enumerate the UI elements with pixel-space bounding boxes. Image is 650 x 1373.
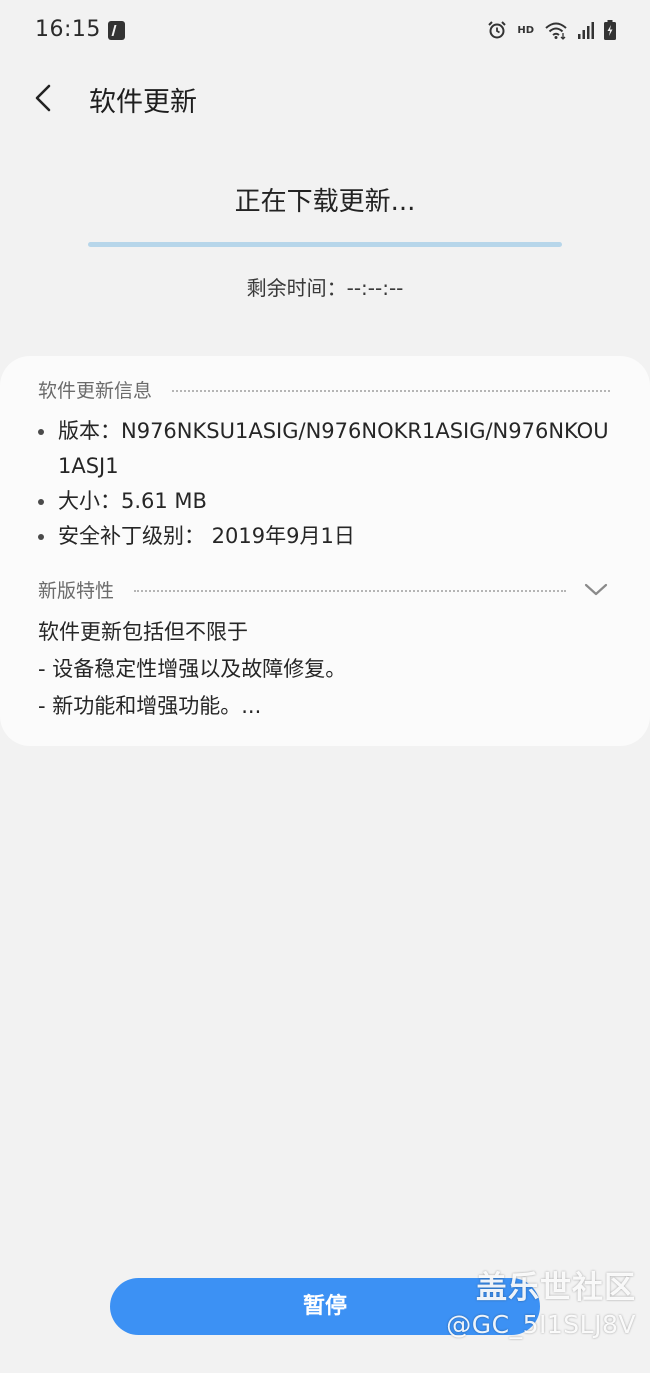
app-header: 软件更新: [0, 70, 650, 126]
hd-icon: HD: [517, 24, 534, 36]
update-info-list: 版本：N976NKSU1ASIG/N976NOKR1ASIG/N976NKOU1…: [38, 414, 618, 554]
whats-new-header[interactable]: 新版特性: [38, 576, 610, 603]
status-bar: 16:15 HD: [0, 0, 650, 62]
whats-new-notes: 软件更新包括但不限于 - 设备稳定性增强以及故障修复。 - 新功能和增强功能。.…: [38, 614, 618, 725]
download-status-text: 正在下载更新...: [234, 187, 416, 217]
back-button[interactable]: [24, 78, 64, 118]
security-patch-item: 安全补丁级别： 2019年9月1日: [38, 519, 618, 554]
watermark-brand: 盖乐世社区: [476, 1270, 636, 1306]
watermark-user: @GC_5I1SLJ8V: [446, 1310, 636, 1339]
chevron-down-icon[interactable]: [582, 581, 610, 599]
status-icons: HD: [487, 18, 616, 42]
notes-line: - 新功能和增强功能。...: [38, 694, 262, 718]
battery-icon: [604, 20, 616, 40]
status-time: 16:15: [35, 17, 101, 42]
size-item: 大小：5.61 MB: [38, 484, 618, 519]
notes-line: 软件更新包括但不限于: [38, 620, 248, 644]
page-title: 软件更新: [89, 87, 197, 118]
back-arrow-icon: [35, 84, 51, 112]
remaining-time-text: 剩余时间：--:--:--: [246, 276, 404, 300]
version-item: 版本：N976NKSU1ASIG/N976NOKR1ASIG/N976NKOU1…: [38, 414, 618, 484]
update-info-header: 软件更新信息: [38, 376, 610, 403]
update-info-title: 软件更新信息: [38, 380, 153, 402]
notification-icon: [108, 21, 125, 40]
section-divider: [172, 389, 610, 392]
download-progress-bar: [88, 242, 562, 247]
wifi-icon: [545, 22, 567, 40]
update-info-card: 软件更新信息 版本：N976NKSU1ASIG/N976NOKR1ASIG/N9…: [0, 356, 650, 746]
alarm-icon: [488, 21, 507, 39]
notes-line: - 设备稳定性增强以及故障修复。: [38, 657, 347, 681]
community-watermark: 盖乐世社区 @GC_5I1SLJ8V: [406, 1268, 636, 1342]
section-divider: [134, 589, 566, 592]
whats-new-title: 新版特性: [38, 580, 115, 602]
signal-icon: [578, 22, 594, 39]
